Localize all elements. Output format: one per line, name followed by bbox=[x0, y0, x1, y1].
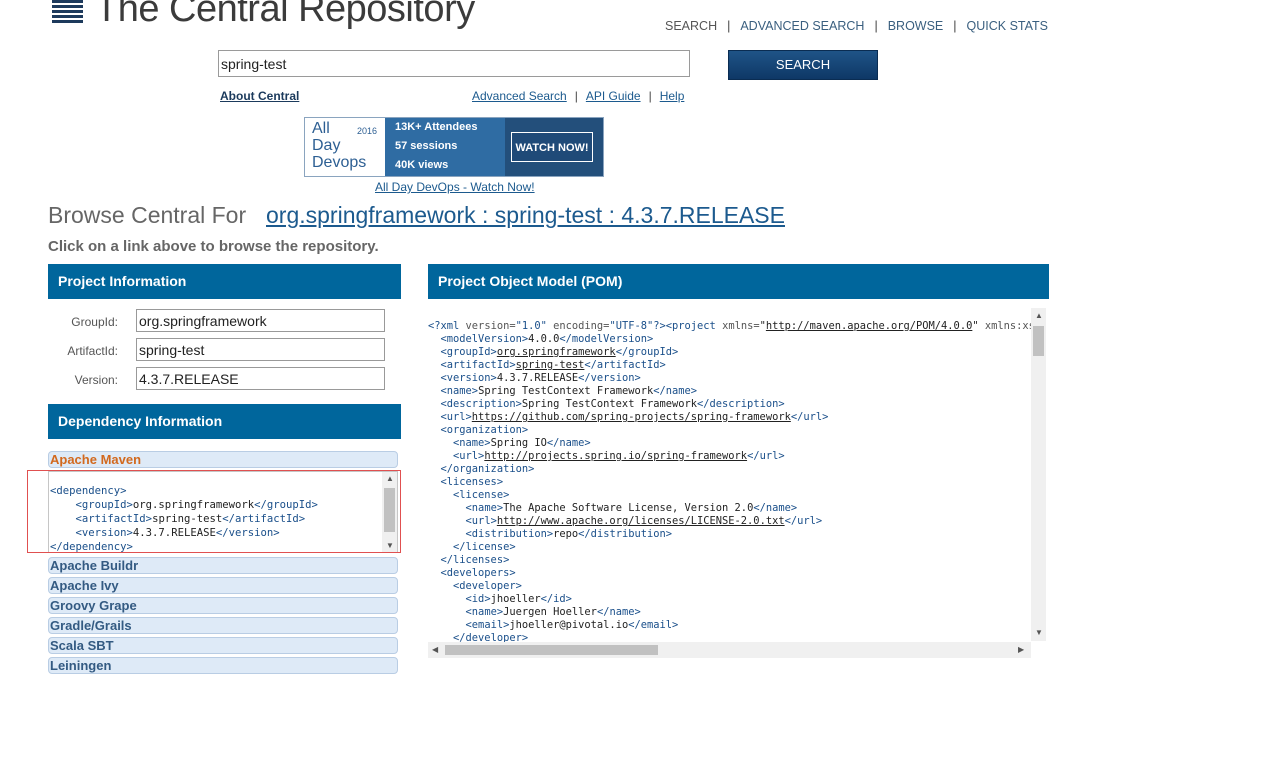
search-sub-nav: Advanced Search | API Guide | Help bbox=[472, 89, 684, 103]
banner-year: 2016 bbox=[357, 126, 378, 136]
pom-organization-url-link[interactable]: http://projects.spring.io/spring-framewo… bbox=[484, 450, 747, 462]
snippet-group-id: org.springframework bbox=[132, 499, 255, 511]
tab-apache-buildr[interactable]: Apache Buildr bbox=[48, 557, 398, 574]
nav-search[interactable]: SEARCH bbox=[665, 19, 717, 33]
scroll-left-arrow-icon[interactable]: ◀ bbox=[432, 645, 438, 654]
pom-url-link[interactable]: https://github.com/spring-projects/sprin… bbox=[472, 411, 791, 423]
version-label: Version: bbox=[74, 373, 118, 387]
nav-separator: | bbox=[874, 19, 878, 33]
artifact-id-field[interactable] bbox=[136, 338, 385, 361]
group-id-field[interactable] bbox=[136, 309, 385, 332]
snippet-artifact-id: spring-test bbox=[152, 513, 223, 525]
artifact-id-label: ArtifactId: bbox=[67, 344, 118, 358]
tab-scala-sbt[interactable]: Scala SBT bbox=[48, 637, 398, 654]
pom-model-version: 4.0.0 bbox=[528, 333, 560, 345]
scroll-down-arrow-icon[interactable]: ▼ bbox=[386, 541, 394, 550]
maven-dependency-snippet[interactable]: <dependency> <groupId>org.springframewor… bbox=[48, 471, 398, 553]
tab-leiningen[interactable]: Leiningen bbox=[48, 657, 398, 674]
pom-vertical-scroll-thumb[interactable] bbox=[1033, 326, 1044, 356]
tab-groovy-grape[interactable]: Groovy Grape bbox=[48, 597, 398, 614]
api-guide-link[interactable]: API Guide bbox=[586, 89, 641, 103]
pom-vertical-scrollbar[interactable]: ▲ ▼ bbox=[1031, 308, 1046, 641]
pom-horizontal-scrollbar[interactable]: ◀ ▶ bbox=[428, 642, 1031, 658]
pom-artifact-id-link[interactable]: spring-test bbox=[516, 359, 585, 371]
banner-brand-line: Devops bbox=[312, 154, 367, 171]
banner-stat-attendees: 13K+ Attendees bbox=[395, 121, 478, 133]
site-title: The Central Repository bbox=[95, 0, 475, 30]
snippet-version: 4.3.7.RELEASE bbox=[132, 527, 216, 539]
pom-description: Spring TestContext Framework bbox=[521, 398, 698, 410]
pom-name: Spring TestContext Framework bbox=[478, 385, 654, 397]
pom-horizontal-scroll-thumb[interactable] bbox=[445, 645, 658, 655]
watch-now-button[interactable]: WATCH NOW! bbox=[511, 132, 593, 162]
pom-developer-email: jhoeller@pivotal.io bbox=[509, 619, 629, 631]
dependency-information-header: Dependency Information bbox=[48, 404, 401, 439]
version-field[interactable] bbox=[136, 367, 385, 390]
scroll-up-arrow-icon[interactable]: ▲ bbox=[386, 474, 394, 483]
browse-hint: Click on a link above to browse the repo… bbox=[48, 238, 379, 255]
maven-snippet-scroll-thumb[interactable] bbox=[384, 488, 395, 532]
pom-group-id-link[interactable]: org.springframework bbox=[497, 346, 616, 358]
nav-browse[interactable]: BROWSE bbox=[888, 19, 944, 33]
pom-developer-name: Juergen Hoeller bbox=[503, 606, 597, 618]
advanced-search-link[interactable]: Advanced Search bbox=[472, 89, 567, 103]
pom-version: 4.3.7.RELEASE bbox=[496, 372, 579, 384]
tab-gradle-grails[interactable]: Gradle/Grails bbox=[48, 617, 398, 634]
pom-license-name: The Apache Software License, Version 2.0 bbox=[503, 502, 754, 514]
tab-apache-maven[interactable]: Apache Maven bbox=[48, 451, 398, 468]
scroll-up-arrow-icon[interactable]: ▲ bbox=[1035, 311, 1043, 320]
nav-advanced-search[interactable]: ADVANCED SEARCH bbox=[740, 19, 864, 33]
banner-caption-link[interactable]: All Day DevOps - Watch Now! bbox=[375, 180, 535, 194]
scroll-right-arrow-icon[interactable]: ▶ bbox=[1018, 645, 1024, 654]
nav-separator: | bbox=[953, 19, 957, 33]
pom-organization-name: Spring IO bbox=[490, 437, 547, 449]
about-central-link[interactable]: About Central bbox=[220, 89, 299, 103]
pom-license-distribution: repo bbox=[553, 528, 579, 540]
maven-snippet-scrollbar[interactable]: ▲ ▼ bbox=[382, 472, 397, 552]
pom-header: Project Object Model (POM) bbox=[428, 264, 1049, 299]
banner-brand-line: Day bbox=[312, 137, 341, 154]
link-separator: | bbox=[648, 89, 652, 103]
search-button[interactable]: SEARCH bbox=[728, 50, 878, 80]
group-id-label: GroupId: bbox=[71, 315, 118, 329]
pom-license-url-link[interactable]: http://www.apache.org/licenses/LICENSE-2… bbox=[497, 515, 785, 527]
nav-quick-stats[interactable]: QUICK STATS bbox=[967, 19, 1049, 33]
scroll-down-arrow-icon[interactable]: ▼ bbox=[1035, 628, 1043, 637]
pom-viewer[interactable]: <?xml version="1.0" encoding="UTF-8"?><p… bbox=[428, 308, 1046, 658]
help-link[interactable]: Help bbox=[660, 89, 685, 103]
browse-title-prefix: Browse Central For bbox=[48, 202, 247, 228]
pom-developer-id: jhoeller bbox=[490, 593, 541, 605]
top-nav: SEARCH | ADVANCED SEARCH | BROWSE | QUICK STAT… bbox=[665, 19, 1048, 33]
banner-brand-area: All Day Devops 2016 bbox=[305, 118, 385, 176]
nav-separator: | bbox=[727, 19, 731, 33]
link-separator: | bbox=[574, 89, 578, 103]
maven-snippet-code: <dependency> <groupId>org.springframewor… bbox=[50, 485, 318, 553]
project-information-header: Project Information bbox=[48, 264, 401, 299]
tab-apache-ivy[interactable]: Apache Ivy bbox=[48, 577, 398, 594]
repository-logo-icon bbox=[52, 0, 83, 23]
all-day-devops-banner[interactable]: All Day Devops 2016 13K+ Attendees 57 se… bbox=[304, 117, 604, 177]
banner-stat-sessions: 57 sessions bbox=[395, 140, 458, 152]
pom-xmlns-link[interactable]: http://maven.apache.org/POM/4.0.0 bbox=[766, 320, 972, 332]
artifact-breadcrumb-link[interactable]: org.springframework : spring-test : 4.3.… bbox=[266, 202, 785, 229]
search-input[interactable] bbox=[218, 50, 690, 77]
banner-stat-views: 40K views bbox=[395, 159, 449, 171]
pom-xml-code: <?xml version="1.0" encoding="UTF-8"?><p… bbox=[428, 320, 1046, 644]
